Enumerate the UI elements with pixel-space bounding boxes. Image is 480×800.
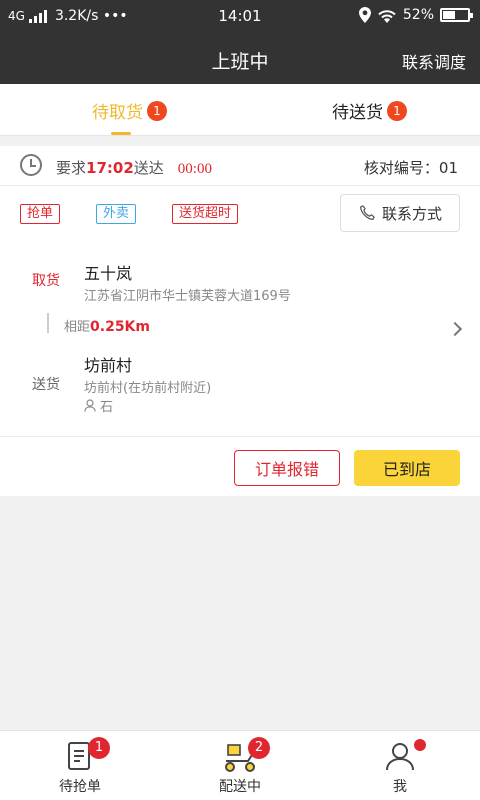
recipient-name: 石 [100,400,114,415]
distance-value: 0.25Km [90,319,150,335]
nav-item-me[interactable]: 我 [350,739,450,797]
distance-label: 相距 [64,320,91,335]
tag-grab-order: 抢单 [20,204,61,224]
contact-dispatch-button[interactable]: 联系调度 [402,49,466,73]
nav-label: 我 [393,779,407,795]
required-prefix: 要求 [56,159,87,177]
recipient: 石 [84,396,113,415]
tag-overdue: 送货超时 [172,204,239,224]
nav-badge: 1 [88,737,110,759]
wifi-icon [378,9,396,23]
arrived-at-store-button[interactable]: 已到店 [354,450,460,486]
pickup-label: 取货 [32,273,60,289]
nav-label: 待抢单 [59,779,101,795]
required-time: 要求17:02送达 00:00 [56,157,212,178]
countdown-timer: 00:00 [177,161,212,177]
tab-badge: 1 [147,101,167,121]
nav-item-grab-orders[interactable]: 1 待抢单 [30,737,130,797]
tab-badge: 1 [387,101,407,121]
chevron-right-icon[interactable] [447,321,463,337]
phone-icon [360,205,375,220]
order-card[interactable]: 要求17:02送达 00:00 核对编号：01 抢单 外卖 送货超时 联系方式 取… [0,146,480,496]
bottom-nav: 1 待抢单 2 配送中 我 [0,730,480,800]
delivery-place-name: 坊前村 [84,356,133,375]
distance-text: 相距0.25Km [64,316,150,335]
tab-label: 待送货 [332,103,383,123]
battery-percent: 52% [402,7,434,23]
pickup-shop-name: 五十岚 [84,264,133,283]
contact-method-button[interactable]: 联系方式 [340,194,460,232]
notification-dot [414,739,426,751]
required-suffix: 送达 [133,159,164,177]
person-icon [84,399,96,412]
nav-item-delivering[interactable]: 2 配送中 [190,737,290,797]
tag-takeout: 外卖 [96,204,137,224]
title-bar: 上班中 联系调度 [0,34,480,84]
active-tab-indicator [111,132,131,135]
delivery-address: 坊前村(在坊前村附近) [84,381,212,396]
tab-pending-pickup[interactable]: 待取货 1 [92,98,167,123]
required-time-value: 17:02 [86,159,134,177]
user-icon [386,743,414,771]
location-icon [358,7,371,23]
contact-method-label: 联系方式 [381,204,442,223]
tab-pending-delivery[interactable]: 待送货 1 [332,98,407,123]
nav-badge: 2 [248,737,270,759]
distance-connector [47,313,49,333]
check-number: 核对编号：01 [363,159,458,177]
delivery-time-row: 要求17:02送达 00:00 核对编号：01 [0,146,480,186]
report-error-button[interactable]: 订单报错 [234,450,340,486]
pickup-address: 江苏省江阴市华士镇芙蓉大道169号 [84,289,291,304]
battery-icon [440,8,473,22]
tab-label: 待取货 [92,103,143,123]
divider [0,436,480,437]
order-tabs: 待取货 1 待送货 1 [0,84,480,136]
status-bar: 4G 3.2K/s ••• 14:01 52% [0,0,480,34]
delivery-label: 送货 [32,377,60,393]
clock-icon [20,154,42,176]
tag-row: 抢单 外卖 送货超时 联系方式 [0,186,480,241]
nav-label: 配送中 [219,779,261,795]
